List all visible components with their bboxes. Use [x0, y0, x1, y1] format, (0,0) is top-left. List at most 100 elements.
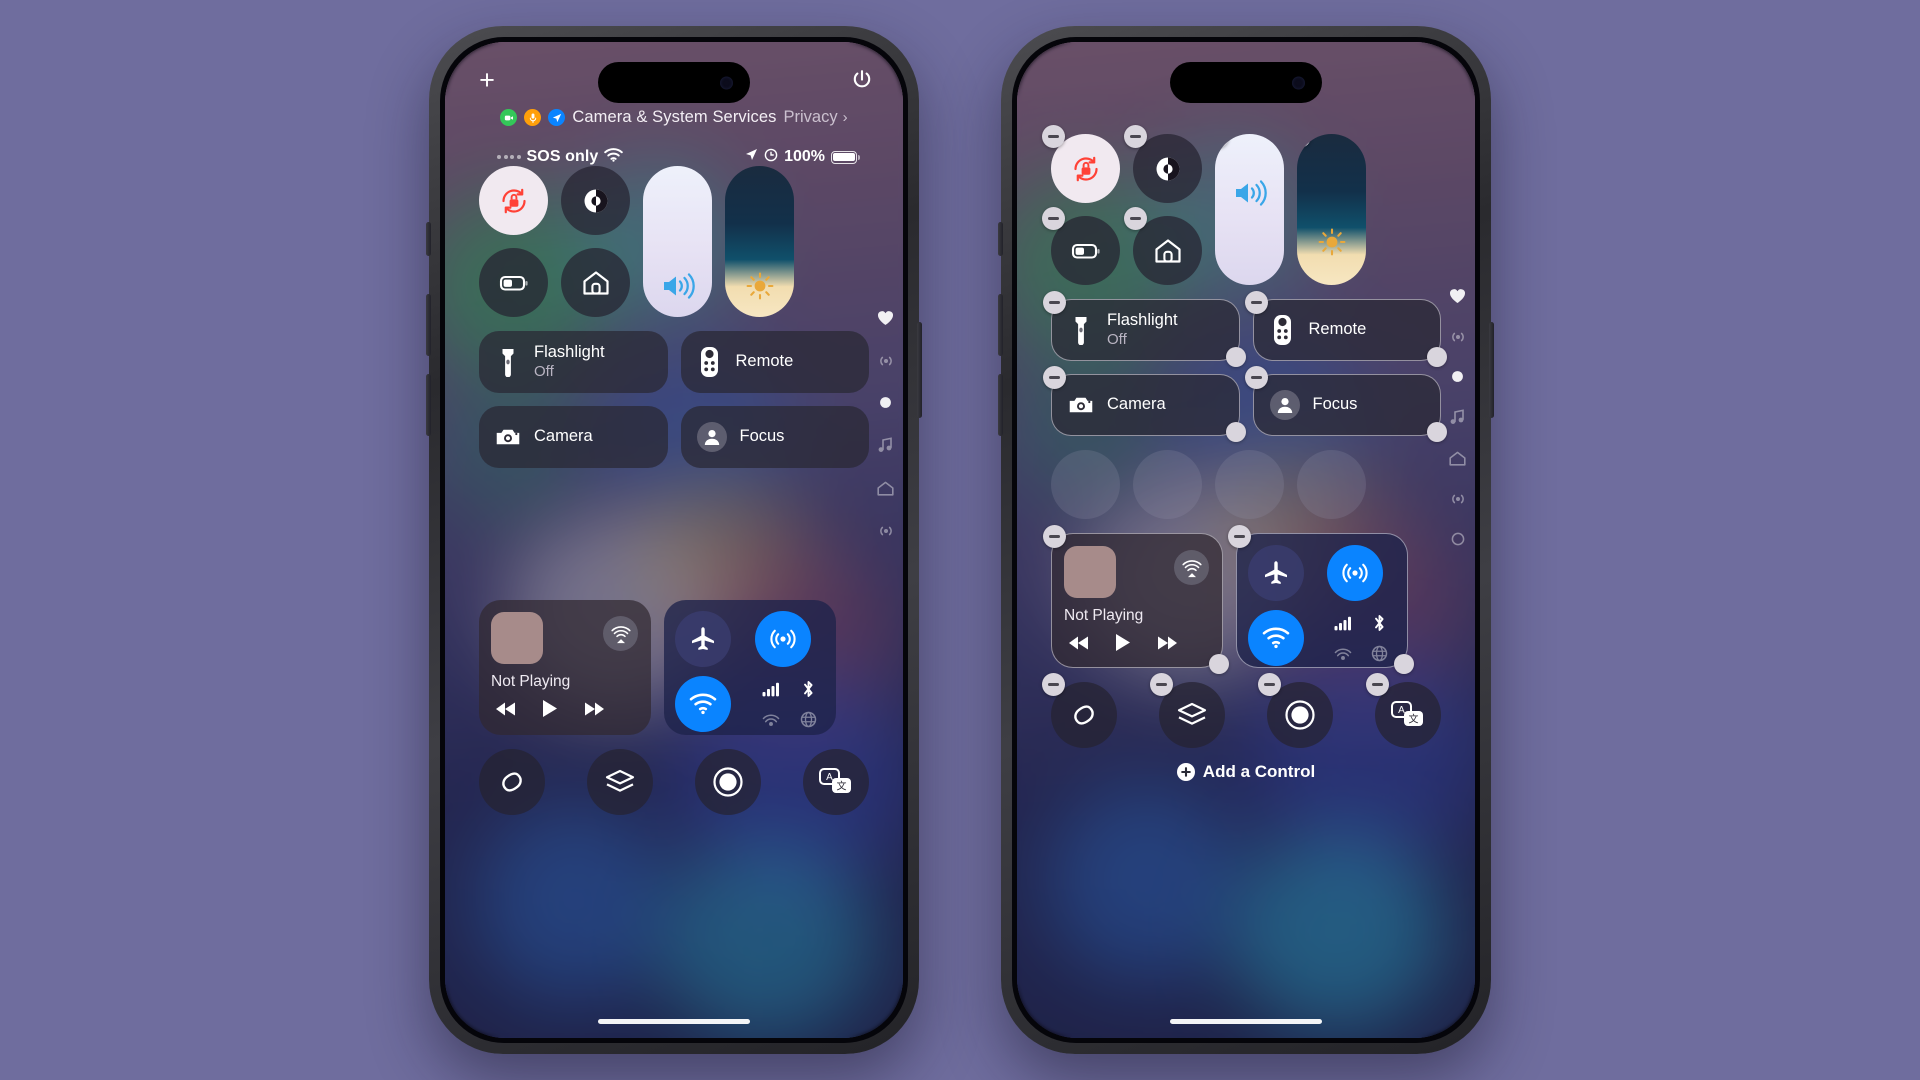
camera-tile[interactable]: Camera [479, 406, 668, 468]
side-power-button[interactable] [1489, 322, 1494, 418]
volume-up-button[interactable] [998, 294, 1003, 356]
silent-switch[interactable] [998, 222, 1003, 256]
silent-switch[interactable] [426, 222, 431, 256]
rail-favorites-icon[interactable] [877, 310, 894, 326]
now-playing-module[interactable]: Not Playing [1043, 525, 1229, 674]
rail-connectivity-icon[interactable] [1450, 330, 1466, 344]
screen-mirroring-control[interactable] [587, 749, 653, 815]
rail-music-icon[interactable] [1450, 409, 1465, 425]
translate-control[interactable]: A文 [1366, 673, 1441, 748]
remove-control-badge[interactable] [1150, 673, 1173, 696]
rail-connectivity-icon[interactable] [878, 354, 894, 368]
rail-home-icon[interactable] [877, 481, 894, 496]
bluetooth-icon[interactable] [1367, 611, 1392, 636]
airplay-audio-icon[interactable] [1174, 550, 1209, 585]
privacy-link[interactable]: Privacy [784, 108, 838, 127]
volume-slider[interactable] [643, 166, 712, 317]
camera-tile[interactable]: Camera [1043, 366, 1246, 442]
remove-control-badge[interactable] [1366, 673, 1389, 696]
remove-control-badge[interactable] [1244, 291, 1268, 314]
rail-extra-icon[interactable] [1451, 532, 1465, 546]
rail-connectivity-icon-2[interactable] [1450, 492, 1466, 506]
volume-down-button[interactable] [998, 374, 1003, 436]
resize-handle[interactable] [1394, 654, 1414, 674]
rail-connectivity-icon-2[interactable] [878, 524, 894, 538]
remove-control-badge[interactable] [1043, 291, 1066, 314]
empty-slot[interactable] [1133, 450, 1202, 519]
home-indicator[interactable] [1170, 1019, 1322, 1024]
remove-control-badge[interactable] [1297, 134, 1311, 148]
cellular-bars-icon[interactable] [759, 677, 784, 702]
shazam-control[interactable] [479, 749, 545, 815]
rewind-icon[interactable] [1068, 635, 1090, 651]
add-control-plus-button[interactable]: + [474, 67, 500, 94]
airdrop-control[interactable] [1326, 545, 1383, 601]
bluetooth-icon[interactable] [796, 677, 821, 702]
vpn-icon[interactable] [796, 707, 821, 732]
add-a-control-button[interactable]: Add a Control [1051, 762, 1441, 782]
translate-control[interactable]: A文 [803, 749, 869, 815]
remove-control-badge[interactable] [1124, 207, 1147, 230]
remove-control-badge[interactable] [1042, 125, 1065, 148]
rail-now-playing-icon[interactable] [879, 396, 892, 409]
fast-forward-icon[interactable] [1156, 635, 1178, 651]
resize-handle[interactable] [1209, 654, 1229, 674]
hotspot-icon[interactable] [1330, 641, 1355, 666]
brightness-slider[interactable] [1297, 134, 1366, 285]
remove-control-badge[interactable] [1215, 134, 1229, 148]
resize-handle[interactable] [1427, 422, 1447, 442]
home-control[interactable] [1124, 207, 1202, 285]
airplane-mode-control[interactable] [675, 611, 731, 667]
remove-control-badge[interactable] [1043, 525, 1066, 548]
remove-control-badge[interactable] [1244, 366, 1268, 389]
remove-control-badge[interactable] [1124, 125, 1147, 148]
rotation-lock-control[interactable] [479, 166, 548, 235]
side-power-button[interactable] [917, 322, 922, 418]
dark-mode-control[interactable] [1124, 125, 1202, 203]
wifi-control[interactable] [675, 676, 731, 732]
cellular-bars-icon[interactable] [1330, 611, 1355, 636]
flashlight-tile[interactable]: Flashlight Off [479, 331, 668, 393]
remote-tile[interactable]: Remote [680, 331, 869, 393]
rotation-lock-control[interactable] [1042, 125, 1120, 203]
rail-home-icon[interactable] [1449, 451, 1466, 466]
resize-handle[interactable] [1427, 347, 1447, 367]
power-icon[interactable] [850, 68, 874, 92]
low-power-mode-control[interactable] [479, 248, 548, 317]
volume-down-button[interactable] [426, 374, 431, 436]
screen-record-control[interactable] [1258, 673, 1333, 748]
wifi-control[interactable] [1248, 610, 1304, 666]
home-indicator[interactable] [598, 1019, 750, 1024]
empty-slot[interactable] [1051, 450, 1120, 519]
resize-handle[interactable] [1225, 347, 1246, 367]
play-icon[interactable] [542, 699, 558, 718]
airdrop-control[interactable] [754, 611, 811, 667]
privacy-banner[interactable]: Camera & System Services Privacy › [445, 108, 903, 127]
rail-now-playing-icon[interactable] [1451, 370, 1464, 383]
play-icon[interactable] [1115, 633, 1131, 652]
remote-tile[interactable]: Remote [1244, 291, 1447, 367]
low-power-mode-control[interactable] [1042, 207, 1120, 285]
rail-favorites-icon[interactable] [1449, 288, 1466, 304]
rail-music-icon[interactable] [878, 437, 893, 453]
remove-control-badge[interactable] [1043, 366, 1066, 389]
now-playing-module[interactable]: Not Playing [479, 600, 651, 735]
focus-tile[interactable]: Focus [680, 406, 869, 468]
empty-slot[interactable] [1215, 450, 1284, 519]
home-control[interactable] [561, 248, 630, 317]
shazam-control[interactable] [1042, 673, 1117, 748]
hotspot-icon[interactable] [759, 707, 784, 732]
fast-forward-icon[interactable] [583, 701, 605, 717]
empty-slot[interactable] [1297, 450, 1366, 519]
brightness-slider[interactable] [725, 166, 794, 317]
volume-slider[interactable] [1215, 134, 1284, 285]
remove-control-badge[interactable] [1258, 673, 1281, 696]
airplay-audio-icon[interactable] [603, 616, 638, 651]
remove-control-badge[interactable] [1042, 673, 1065, 696]
connectivity-module[interactable] [1228, 525, 1414, 674]
volume-up-button[interactable] [426, 294, 431, 356]
remove-control-badge[interactable] [1042, 207, 1065, 230]
airplane-mode-control[interactable] [1248, 545, 1304, 601]
remove-control-badge[interactable] [1228, 525, 1251, 548]
rewind-icon[interactable] [495, 701, 517, 717]
